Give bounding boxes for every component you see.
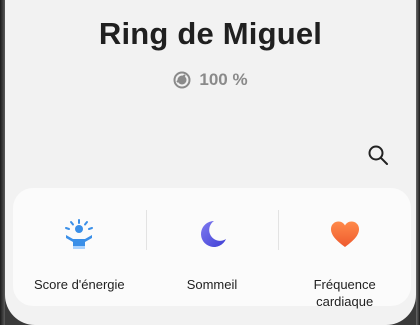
battery-text: 100 % — [199, 70, 248, 89]
device-edge-right — [416, 0, 420, 325]
page-title: Ring de Miguel — [98, 16, 323, 51]
heart-icon — [325, 214, 365, 254]
battery-status: 100 % — [5, 70, 416, 90]
ring-battery-icon — [173, 71, 191, 89]
divider — [278, 210, 280, 250]
tile-sleep-label: Sommeil — [186, 277, 238, 292]
divider — [145, 210, 147, 250]
metrics-card: Score d'énergie Sommeil Fréquence cardia… — [13, 188, 411, 309]
search-icon — [368, 145, 388, 165]
tile-energy-score[interactable]: Score d'énergie — [13, 188, 146, 306]
moon-icon — [192, 214, 232, 254]
tile-heart-rate[interactable]: Fréquence cardiaque — [278, 188, 411, 309]
search-button[interactable] — [366, 143, 390, 167]
tile-heart-rate-label: Fréquence cardiaque — [313, 277, 376, 309]
screen: Ring de Miguel 100 % Score d'énergie Som… — [5, 0, 416, 325]
tile-sleep[interactable]: Sommeil — [145, 188, 279, 306]
energy-person-icon — [59, 214, 99, 254]
tile-energy-score-label: Score d'énergie — [34, 277, 125, 292]
